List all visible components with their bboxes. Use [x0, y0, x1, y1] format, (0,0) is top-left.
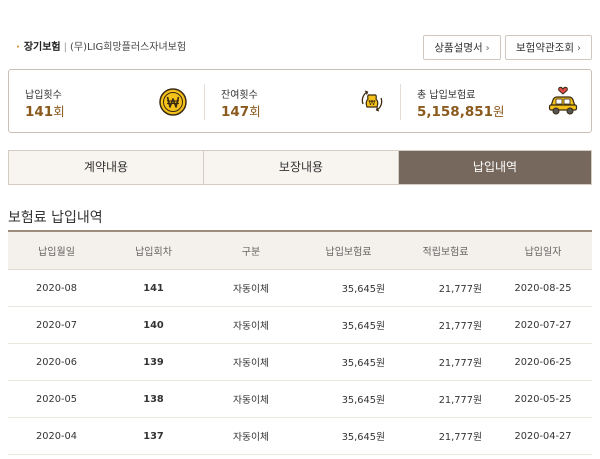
accumulated-premium: 21,777원	[397, 380, 494, 418]
table-row: 2020-06 139 자동이체 35,645원 21,777원 2020-06…	[8, 343, 592, 381]
table-row: 2020-07 140 자동이체 35,645원 21,777원 2020-07…	[8, 306, 592, 344]
payment-round: 139	[105, 343, 202, 381]
total-premium-cell: 총 납입보험료 5,158,851원	[401, 70, 591, 132]
table-row: 2020-04 137 자동이체 35,645원 21,777원 2020-04…	[8, 417, 592, 455]
payment-date: 2020-07-27	[494, 306, 592, 344]
payment-type: 자동이체	[202, 269, 300, 307]
product-category: 장기보험	[23, 42, 61, 53]
payment-type: 자동이체	[202, 343, 300, 381]
column-header: 적립보험료	[397, 230, 494, 270]
remaining-count-label: 잔여횟수	[221, 90, 258, 101]
tab-bar: 계약내용 보장내용 납입내역	[8, 150, 592, 185]
product-name: (무)LIG희망플러스자녀보험	[70, 42, 187, 53]
tab-contract[interactable]: 계약내용	[9, 151, 203, 184]
payment-date: 2020-05-25	[494, 380, 592, 418]
payment-type: 자동이체	[202, 417, 300, 455]
car-with-heart-icon	[548, 86, 578, 115]
table-header-row: 납입월일 납입회차 구분 납입보험료 적립보험료 납입일자	[8, 230, 592, 270]
svg-text:₩: ₩	[369, 99, 376, 107]
paid-count-value: 141회	[25, 104, 65, 120]
payment-round: 138	[105, 380, 202, 418]
table-row: 2020-08 141 자동이체 35,645원 21,777원 2020-08…	[8, 269, 592, 307]
payment-month: 2020-08	[8, 269, 105, 307]
won-coin-icon	[159, 88, 187, 116]
accumulated-premium: 21,777원	[397, 417, 494, 455]
column-header: 납입회차	[105, 230, 202, 270]
payment-type: 자동이체	[202, 306, 300, 344]
tab-payment-history[interactable]: 납입내역	[399, 151, 591, 184]
chevron-right-icon: ›	[576, 43, 581, 54]
payment-round: 140	[105, 306, 202, 344]
payment-round: 141	[105, 269, 202, 307]
payment-date: 2020-06-25	[494, 343, 592, 381]
paid-premium: 35,645원	[300, 380, 397, 418]
payment-month: 2020-04	[8, 417, 105, 455]
accumulated-premium: 21,777원	[397, 269, 494, 307]
section-title: 보험료 납입내역	[8, 210, 103, 226]
terms-lookup-label: 보험약관조회	[516, 42, 574, 54]
paid-count-cell: 납입횟수 141회	[9, 70, 203, 132]
paid-premium: 35,645원	[300, 417, 397, 455]
product-info: · 장기보험 | (무)LIG희망플러스자녀보험	[16, 38, 186, 53]
terms-lookup-button[interactable]: 보험약관조회 ›	[505, 35, 592, 60]
bullet-icon: ·	[16, 42, 20, 53]
chevron-right-icon: ›	[485, 43, 490, 54]
payment-history-table: 납입월일 납입회차 구분 납입보험료 적립보험료 납입일자 2020-08 14…	[8, 230, 592, 455]
column-header: 납입월일	[8, 230, 105, 270]
column-header: 납입보험료	[300, 230, 397, 270]
accumulated-premium: 21,777원	[397, 343, 494, 381]
paid-premium: 35,645원	[300, 269, 397, 307]
paid-premium: 35,645원	[300, 306, 397, 344]
column-header: 납입일자	[494, 230, 592, 270]
product-separator: |	[63, 42, 67, 53]
accumulated-premium: 21,777원	[397, 306, 494, 344]
money-bag-cycle-icon: ₩	[361, 90, 383, 112]
paid-premium: 35,645원	[300, 343, 397, 381]
payment-type: 자동이체	[202, 380, 300, 418]
total-premium-value: 5,158,851원	[417, 104, 505, 120]
product-description-button[interactable]: 상품설명서 ›	[423, 35, 501, 60]
remaining-count-cell: 잔여횟수 147회 ₩	[205, 70, 399, 132]
column-header: 구분	[202, 230, 300, 270]
payment-month: 2020-06	[8, 343, 105, 381]
payment-summary: 납입횟수 141회 잔여횟수 147회 ₩ 총 납입보험료 5,158,851원	[8, 69, 592, 133]
page-header: · 장기보험 | (무)LIG희망플러스자녀보험 상품설명서 › 보험약관조회 ›	[0, 0, 600, 66]
tab-coverage[interactable]: 보장내용	[203, 151, 399, 184]
paid-count-label: 납입횟수	[25, 90, 62, 101]
table-row: 2020-05 138 자동이체 35,645원 21,777원 2020-05…	[8, 380, 592, 418]
remaining-count-value: 147회	[221, 104, 261, 120]
payment-date: 2020-04-27	[494, 417, 592, 455]
total-premium-label: 총 납입보험료	[417, 90, 476, 101]
payment-month: 2020-07	[8, 306, 105, 344]
product-description-label: 상품설명서	[434, 42, 483, 54]
payment-date: 2020-08-25	[494, 269, 592, 307]
payment-round: 137	[105, 417, 202, 455]
payment-month: 2020-05	[8, 380, 105, 418]
